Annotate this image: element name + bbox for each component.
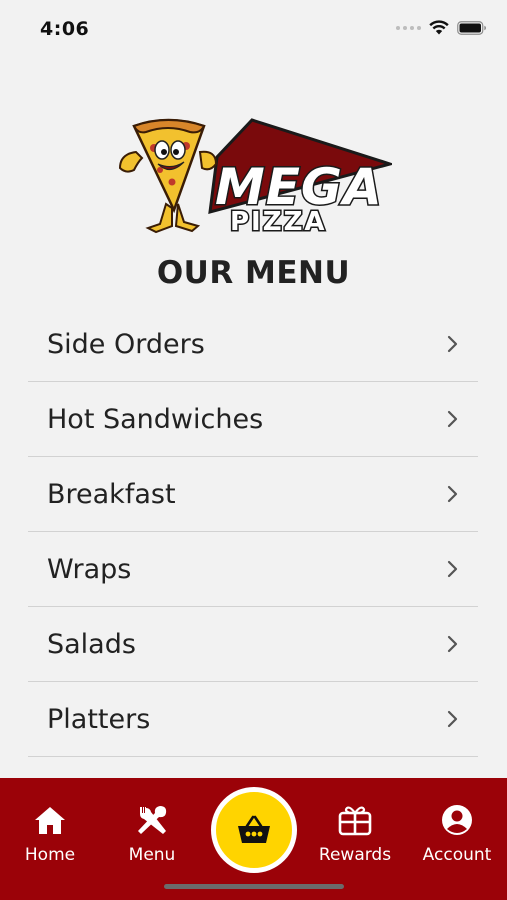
status-bar: 4:06 [0,0,507,60]
status-time: 4:06 [40,18,90,40]
nav-menu[interactable]: Menu [102,803,202,865]
nav-rewards-label: Rewards [318,845,392,865]
cart-button[interactable] [211,787,297,873]
menu-item-platters[interactable]: Platters [28,682,478,757]
signal-dots-icon [396,25,421,30]
chevron-right-icon [447,485,458,503]
home-indicator [164,884,344,889]
basket-icon [238,815,270,843]
mega-pizza-logo: MEGA PIZZA [118,118,392,237]
menu-item-label: Salads [47,628,136,660]
page-title: OUR MENU [156,255,351,291]
menu-category-list: Side Orders Hot Sandwiches Breakfast Wra… [28,307,478,757]
wifi-icon [429,20,449,35]
logo-brand-bottom: PIZZA [230,207,327,237]
menu-item-label: Wraps [47,553,132,585]
nav-rewards[interactable]: Rewards [305,803,405,865]
menu-item-label: Breakfast [47,478,176,510]
menu-item-label: Platters [47,703,151,735]
nav-menu-label: Menu [128,845,176,865]
chevron-right-icon [447,335,458,353]
menu-item-wraps[interactable]: Wraps [28,532,478,607]
gift-card-icon [338,806,372,836]
status-icons [396,20,487,35]
menu-item-side-orders[interactable]: Side Orders [28,307,478,382]
chevron-right-icon [447,710,458,728]
home-icon [35,807,65,834]
menu-item-salads[interactable]: Salads [28,607,478,682]
fork-spoon-icon [138,806,167,834]
chevron-right-icon [447,410,458,428]
chevron-right-icon [447,560,458,578]
nav-account[interactable]: Account [407,803,507,865]
pizza-mascot-icon [118,118,218,234]
nav-home[interactable]: Home [0,803,100,865]
battery-icon [457,20,486,35]
account-icon [442,805,472,835]
menu-item-breakfast[interactable]: Breakfast [28,457,478,532]
nav-home-label: Home [24,845,76,865]
nav-account-label: Account [422,845,492,865]
menu-item-label: Hot Sandwiches [47,403,264,435]
menu-item-label: Side Orders [47,328,205,360]
chevron-right-icon [447,635,458,653]
menu-item-hot-sandwiches[interactable]: Hot Sandwiches [28,382,478,457]
